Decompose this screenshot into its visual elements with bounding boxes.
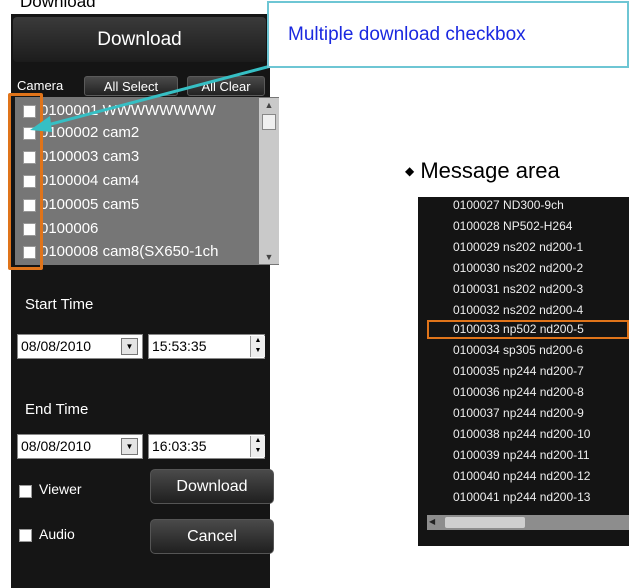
chevron-down-icon[interactable]: ▼ xyxy=(121,338,138,355)
end-date-field[interactable]: 08/08/2010 ▼ xyxy=(17,434,143,459)
message-line: 0100029 ns202 nd200-1 xyxy=(453,240,584,254)
viewer-label: Viewer xyxy=(39,481,82,497)
spinner-icon[interactable]: ▲ ▼ xyxy=(250,436,265,457)
start-date-field[interactable]: 08/08/2010 ▼ xyxy=(17,334,143,359)
message-line: 0100027 ND300-9ch xyxy=(453,198,564,212)
message-area-hscrollbar[interactable]: ◀ xyxy=(427,515,629,530)
bullet-diamond-icon: ◆ xyxy=(405,164,415,178)
audio-checkbox[interactable] xyxy=(19,529,32,542)
message-line: 0100036 np244 nd200-8 xyxy=(453,385,584,399)
end-date-value: 08/08/2010 xyxy=(21,438,92,454)
start-date-value: 08/08/2010 xyxy=(21,338,92,354)
viewer-checkbox[interactable] xyxy=(19,485,32,498)
end-time-value: 16:03:35 xyxy=(152,438,207,454)
spinner-icon[interactable]: ▲ ▼ xyxy=(250,336,265,357)
message-line: 0100038 np244 nd200-10 xyxy=(453,427,591,441)
message-line: 0100041 np244 nd200-13 xyxy=(453,490,591,504)
end-time-field[interactable]: 16:03:35 ▲ ▼ xyxy=(148,434,265,459)
end-time-label: End Time xyxy=(25,401,89,418)
cancel-button[interactable]: Cancel xyxy=(150,519,274,554)
message-line: 0100037 np244 nd200-9 xyxy=(453,406,584,420)
message-line: 0100032 ns202 nd200-4 xyxy=(453,303,584,317)
checkbox-callout: Multiple download checkbox xyxy=(267,1,629,68)
audio-label: Audio xyxy=(39,526,75,542)
start-time-field[interactable]: 15:53:35 ▲ ▼ xyxy=(148,334,265,359)
message-line: 0100030 ns202 nd200-2 xyxy=(453,261,584,275)
message-line: 0100035 np244 nd200-7 xyxy=(453,364,584,378)
scroll-thumb[interactable] xyxy=(445,517,525,528)
chevron-down-icon[interactable]: ▼ xyxy=(121,438,138,455)
message-selected-highlight xyxy=(427,320,629,339)
message-area-title: Message area xyxy=(420,158,560,183)
message-area-heading: ◆ Message area xyxy=(405,158,560,184)
start-time-value: 15:53:35 xyxy=(152,338,207,354)
message-line: 0100039 np244 nd200-11 xyxy=(453,448,590,462)
scroll-left-icon[interactable]: ◀ xyxy=(429,517,435,526)
message-line: 0100028 NP502-H264 xyxy=(453,219,573,233)
message-line: 0100031 ns202 nd200-3 xyxy=(453,282,584,296)
start-time-label: Start Time xyxy=(25,296,94,313)
message-line: 0100034 sp305 nd200-6 xyxy=(453,343,584,357)
message-line: 0100040 np244 nd200-12 xyxy=(453,469,591,483)
download-button[interactable]: Download xyxy=(150,469,274,504)
